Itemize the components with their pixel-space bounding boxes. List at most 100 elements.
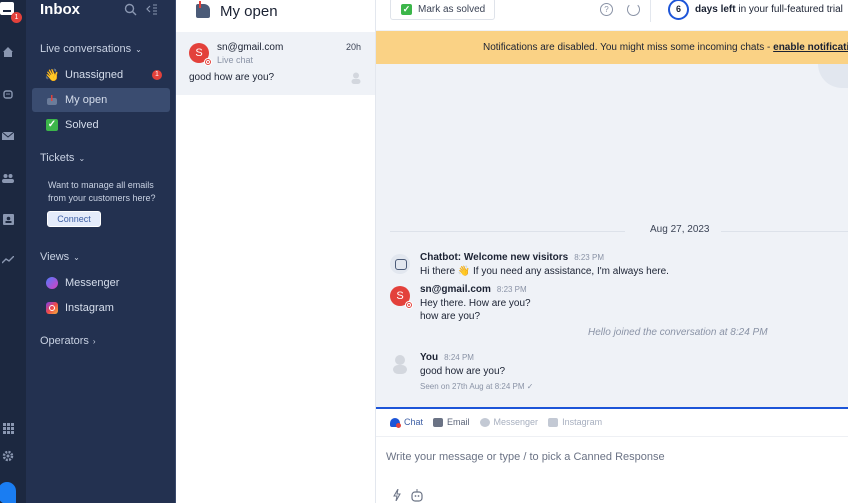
sidebar-item-label: Messenger: [65, 277, 120, 289]
waving-hand-icon: 👋: [44, 68, 60, 82]
sidebar-item-messenger[interactable]: Messenger: [32, 271, 170, 295]
conversation-list-title: My open: [220, 2, 278, 20]
tickets-note: Want to manage all emails from your cust…: [48, 180, 156, 203]
conversation-list-header: My open: [196, 0, 278, 22]
sidebar-item-instagram[interactable]: Instagram: [32, 296, 170, 320]
collapse-sidebar-icon[interactable]: [146, 3, 160, 17]
conversation-channel: Live chat: [217, 55, 254, 65]
notifications-banner: Notifications are disabled. You might mi…: [376, 31, 848, 64]
instagram-icon: [46, 302, 58, 314]
live-chat-status-icon: [405, 301, 413, 309]
message-time: 8:23 PM: [574, 253, 604, 262]
chatbot-avatar-icon: [390, 254, 410, 274]
sidebar-item-label: Unassigned: [65, 69, 124, 81]
message-time: 8:24 PM: [444, 353, 474, 362]
agent-avatar-icon: [390, 354, 410, 374]
chevron-down-icon: ⌄: [78, 154, 86, 163]
trial-days-counter[interactable]: 6: [668, 0, 689, 20]
message-text: how are you?: [420, 311, 481, 322]
avatar: S: [390, 286, 413, 309]
message-composer: Chat Email Messenger Instagram: [376, 407, 848, 503]
check-mark-icon: ✓: [46, 119, 58, 131]
views-section[interactable]: Views ⌄: [40, 251, 80, 263]
icon-rail: 1: [0, 0, 26, 503]
loading-spinner-icon: [627, 3, 640, 16]
conversation-email: sn@gmail.com: [217, 42, 284, 53]
inbox-sidebar: Inbox Live conversations ⌄ 👋 Unassigned 1…: [26, 0, 176, 503]
bot-icon[interactable]: [410, 489, 424, 503]
mailbox-icon: [196, 1, 210, 18]
search-icon[interactable]: [124, 3, 138, 17]
seen-status: Seen on 27th Aug at 8:24 PM ✓: [420, 382, 534, 391]
settings-icon[interactable]: [0, 448, 16, 464]
check-icon: ✓: [401, 3, 412, 15]
conversation-preview: good how are you?: [189, 72, 275, 83]
live-conversations-section[interactable]: Live conversations ⌄: [40, 43, 142, 55]
sidebar-item-unassigned[interactable]: 👋 Unassigned 1: [32, 63, 170, 87]
sidebar-item-solved[interactable]: ✓ Solved: [32, 113, 170, 137]
id-card-icon[interactable]: [0, 211, 16, 227]
analytics-icon[interactable]: [0, 252, 16, 268]
mark-as-solved-button[interactable]: ✓ Mark as solved: [390, 0, 495, 20]
date-label: Aug 27, 2023: [650, 224, 710, 235]
connect-button[interactable]: Connect: [47, 211, 101, 227]
sidebar-item-label: Instagram: [65, 302, 114, 314]
unassigned-count-badge: 1: [152, 70, 162, 80]
chat-toolbar: ✓ Mark as solved ? 6 days left in your f…: [376, 0, 848, 30]
tab-messenger[interactable]: Messenger: [479, 417, 538, 427]
banner-text: Notifications are disabled. You might mi…: [483, 42, 774, 53]
sidebar-item-label: My open: [65, 94, 108, 106]
conversation-item[interactable]: S sn@gmail.com 20h Live chat good how ar…: [176, 32, 375, 95]
tab-email[interactable]: Email: [433, 417, 470, 427]
message-sender: You: [420, 352, 439, 363]
message-text: good how are you?: [420, 366, 506, 377]
mailbox-icon: [45, 93, 59, 107]
tickets-label: Tickets: [40, 152, 75, 164]
message-input[interactable]: [386, 447, 836, 467]
lightning-icon[interactable]: [393, 488, 401, 503]
message-sender: Chatbot: Welcome new visitors: [420, 252, 569, 263]
message-text: Hi there 👋 If you need any assistance, I…: [420, 266, 669, 277]
operators-section[interactable]: Operators ›: [40, 335, 96, 347]
instagram-icon: [548, 417, 559, 427]
tab-chat[interactable]: Chat: [390, 417, 423, 428]
chevron-right-icon: ›: [92, 337, 96, 346]
tab-instagram[interactable]: Instagram: [548, 417, 602, 427]
message-text: Hey there. How are you?: [420, 298, 531, 309]
message-sender: sn@gmail.com: [420, 284, 491, 295]
mail-icon[interactable]: [0, 128, 16, 144]
system-message: Hello joined the conversation at 8:24 PM: [588, 327, 768, 338]
date-separator: Aug 27, 2023: [376, 224, 848, 238]
home-icon[interactable]: [0, 44, 16, 60]
sidebar-title: Inbox: [40, 1, 80, 18]
inbox-badge: 1: [11, 12, 22, 23]
help-icon[interactable]: ?: [600, 3, 613, 16]
chevron-down-icon: ⌄: [135, 45, 142, 54]
live-conversations-label: Live conversations: [40, 43, 132, 55]
user-avatar[interactable]: [0, 482, 16, 503]
chat-icon: [390, 417, 401, 428]
divider: [650, 0, 651, 22]
bot-icon[interactable]: [0, 86, 16, 102]
enable-notifications-link[interactable]: enable notifications: [773, 42, 848, 53]
trial-text[interactable]: days left in your full-featured trial: [695, 4, 843, 15]
channel-tabs: Chat Email Messenger Instagram: [390, 417, 602, 428]
apps-grid-icon[interactable]: [0, 420, 16, 436]
sidebar-item-label: Solved: [65, 119, 99, 131]
messenger-icon: [479, 417, 490, 427]
chat-transcript: Aug 27, 2023 Chatbot: Welcome new visito…: [376, 64, 848, 407]
tickets-section[interactable]: Tickets ⌄: [40, 152, 85, 164]
chevron-down-icon: ⌄: [73, 253, 80, 262]
email-icon: [433, 417, 444, 427]
sidebar-item-my-open[interactable]: My open: [32, 88, 170, 112]
contacts-icon[interactable]: [0, 170, 16, 186]
messenger-icon: [46, 277, 58, 289]
message-time: 8:23 PM: [496, 285, 527, 294]
conversation-list: My open S sn@gmail.com 20h Live chat goo…: [176, 0, 376, 503]
assignee-icon: [351, 72, 361, 84]
conversation-time: 20h: [345, 42, 361, 52]
views-label: Views: [40, 251, 70, 263]
operators-label: Operators: [40, 335, 89, 347]
avatar: S: [189, 43, 212, 66]
live-chat-status-icon: [204, 58, 212, 66]
